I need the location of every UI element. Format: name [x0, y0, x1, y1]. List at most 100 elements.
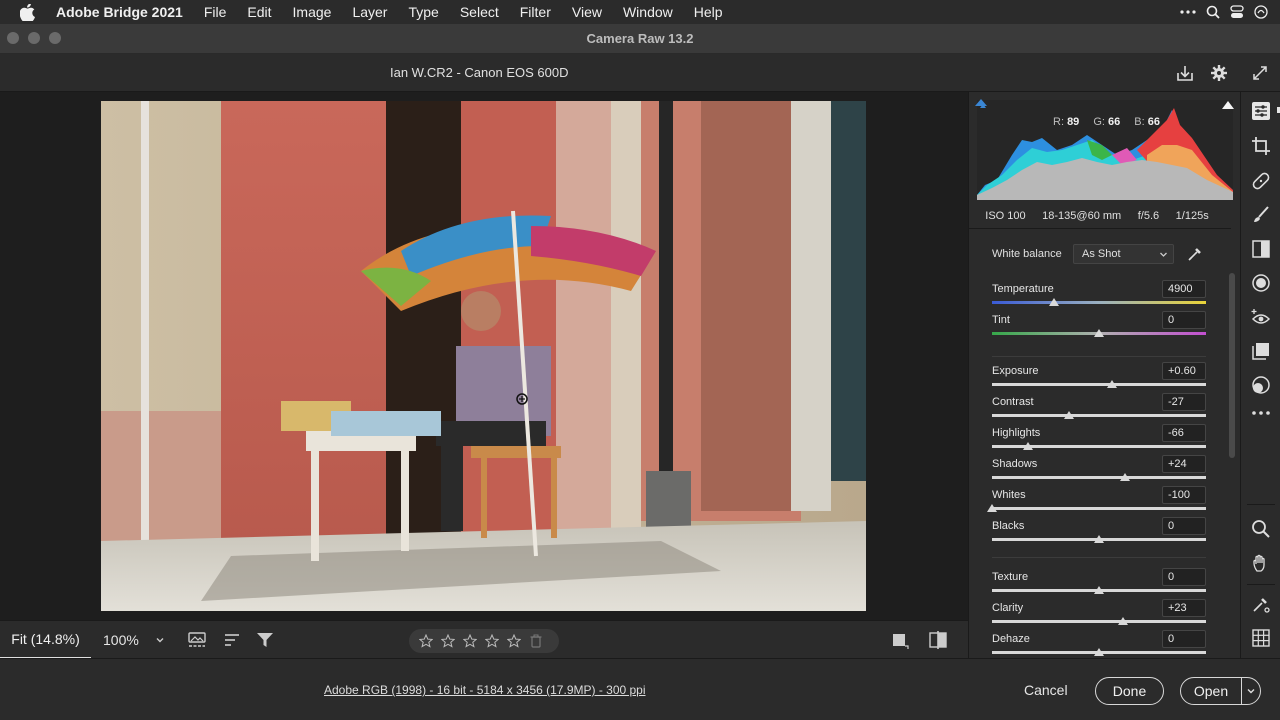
download-icon [1177, 66, 1193, 81]
exif-lens: 18-135@60 mm [1042, 210, 1122, 222]
menu-select[interactable]: Select [460, 4, 499, 20]
slider-thumb[interactable] [1094, 535, 1104, 543]
slider-thumb[interactable] [1094, 329, 1104, 337]
slider-thumb[interactable] [1023, 442, 1034, 450]
menu-help[interactable]: Help [694, 4, 723, 20]
filter-button[interactable] [254, 630, 276, 650]
presets-button[interactable] [1250, 374, 1272, 396]
menu-file[interactable]: File [204, 4, 227, 20]
done-button[interactable]: Done [1095, 677, 1164, 705]
trash-icon[interactable] [528, 633, 544, 649]
color-sampler-tool-button[interactable] [1250, 593, 1272, 615]
fit-zoom-button[interactable]: Fit (14.8%) [0, 621, 91, 659]
more-tools-button[interactable] [1250, 402, 1272, 424]
cancel-button[interactable]: Cancel [1024, 682, 1068, 698]
photo-preview[interactable] [101, 101, 866, 611]
apple-icon[interactable] [20, 3, 38, 21]
control-center-icon[interactable] [1230, 5, 1244, 19]
app-name-menu[interactable]: Adobe Bridge 2021 [56, 4, 183, 20]
slider-thumb[interactable] [1106, 380, 1117, 388]
star-3-icon[interactable] [462, 633, 478, 649]
sort-button[interactable] [221, 630, 243, 650]
g-readout: G: 66 [1093, 116, 1121, 128]
file-info: Ian W.CR2 - Canon EOS 600D [390, 65, 569, 80]
slider-value-input[interactable]: +24 [1162, 455, 1206, 473]
slider-thumb[interactable] [987, 504, 997, 512]
slider-value-input[interactable]: -100 [1162, 486, 1206, 504]
exif-shutter: 1/125s [1175, 210, 1209, 222]
edit-tool-button[interactable] [1250, 100, 1272, 122]
adjustment-panel: R: 89 G: 66 B: 66 ISO 100 18-135@60 mm f… [968, 92, 1240, 658]
fullscreen-button[interactable] [1249, 62, 1271, 84]
panel-scrollbar[interactable] [1229, 273, 1235, 458]
slider-clarity: Clarity +23 [992, 599, 1206, 630]
slider-track[interactable] [992, 507, 1206, 510]
slider-value-input[interactable]: -66 [1162, 424, 1206, 442]
star-1-icon[interactable] [418, 633, 434, 649]
star-2-icon[interactable] [440, 633, 456, 649]
slider-temperature: Temperature 4900 [992, 280, 1206, 311]
slider-value-input[interactable]: 4900 [1162, 280, 1206, 298]
open-button-label: Open [1193, 683, 1229, 699]
more-dots-icon[interactable] [1180, 10, 1196, 14]
menu-view[interactable]: View [572, 4, 602, 20]
dialog-footer: Adobe RGB (1998) - 16 bit - 5184 x 3456 … [0, 658, 1280, 720]
save-image-button[interactable] [1174, 62, 1196, 84]
menu-image[interactable]: Image [293, 4, 332, 20]
menu-filter[interactable]: Filter [520, 4, 551, 20]
image-canvas[interactable] [0, 92, 968, 620]
slider-value-input[interactable]: 0 [1162, 568, 1206, 586]
slider-track[interactable] [992, 476, 1206, 479]
before-after-button[interactable] [927, 630, 949, 650]
toggle-sampler-button[interactable] [889, 630, 911, 650]
crop-tool-button[interactable] [1250, 135, 1272, 157]
slider-track[interactable] [992, 620, 1206, 623]
menu-layer[interactable]: Layer [352, 4, 387, 20]
open-button[interactable]: Open [1180, 677, 1261, 705]
radial-gradient-tool-button[interactable] [1250, 272, 1272, 294]
menu-window[interactable]: Window [623, 4, 673, 20]
slider-exposure: Exposure +0.60 [992, 362, 1206, 393]
menu-bar: Adobe Bridge 2021 File Edit Image Layer … [0, 0, 1280, 24]
workflow-options-link[interactable]: Adobe RGB (1998) - 16 bit - 5184 x 3456 … [324, 683, 646, 697]
healing-tool-button[interactable] [1250, 170, 1272, 192]
star-5-icon[interactable] [506, 633, 522, 649]
slider-thumb[interactable] [1049, 298, 1060, 306]
slider-thumb[interactable] [1117, 617, 1128, 625]
linear-gradient-tool-button[interactable] [1250, 238, 1272, 260]
white-balance-eyedropper[interactable] [1185, 244, 1205, 264]
zoom-dropdown-button[interactable] [155, 632, 165, 650]
slider-thumb[interactable] [1094, 586, 1104, 594]
menu-type[interactable]: Type [408, 4, 438, 20]
zoom-tool-button[interactable] [1250, 518, 1272, 540]
star-4-icon[interactable] [484, 633, 500, 649]
open-options-button[interactable] [1242, 686, 1260, 696]
snapshots-button[interactable] [1250, 340, 1272, 362]
brush-tool-button[interactable] [1250, 204, 1272, 226]
slider-thumb[interactable] [1064, 411, 1075, 419]
slider-value-input[interactable]: 0 [1162, 311, 1206, 329]
slider-thumb[interactable] [1094, 648, 1104, 656]
slider-value-input[interactable]: +0.60 [1162, 362, 1206, 380]
menu-edit[interactable]: Edit [247, 4, 271, 20]
white-balance-label: White balance [992, 248, 1062, 260]
chevron-down-icon [1247, 689, 1255, 694]
slider-value-input[interactable]: +23 [1162, 599, 1206, 617]
hand-tool-button[interactable] [1250, 552, 1272, 574]
slider-value-input[interactable]: 0 [1162, 630, 1206, 648]
slider-label: Exposure [992, 365, 1039, 377]
slider-track[interactable] [992, 383, 1206, 386]
spotlight-search-icon[interactable] [1206, 5, 1220, 19]
slider-value-input[interactable]: 0 [1162, 517, 1206, 535]
white-balance-select[interactable]: As Shot [1073, 244, 1174, 264]
grid-toggle-button[interactable] [1250, 627, 1272, 649]
slider-value-input[interactable]: -27 [1162, 393, 1206, 411]
siri-icon[interactable] [1254, 5, 1268, 19]
slider-track[interactable] [992, 414, 1206, 417]
red-eye-tool-button[interactable] [1250, 306, 1272, 328]
filmstrip-toggle-button[interactable] [186, 630, 208, 650]
settings-button[interactable] [1208, 62, 1230, 84]
zoom-100-button[interactable]: 100% [103, 632, 139, 648]
slider-track[interactable] [992, 301, 1206, 304]
slider-thumb[interactable] [1119, 473, 1130, 481]
